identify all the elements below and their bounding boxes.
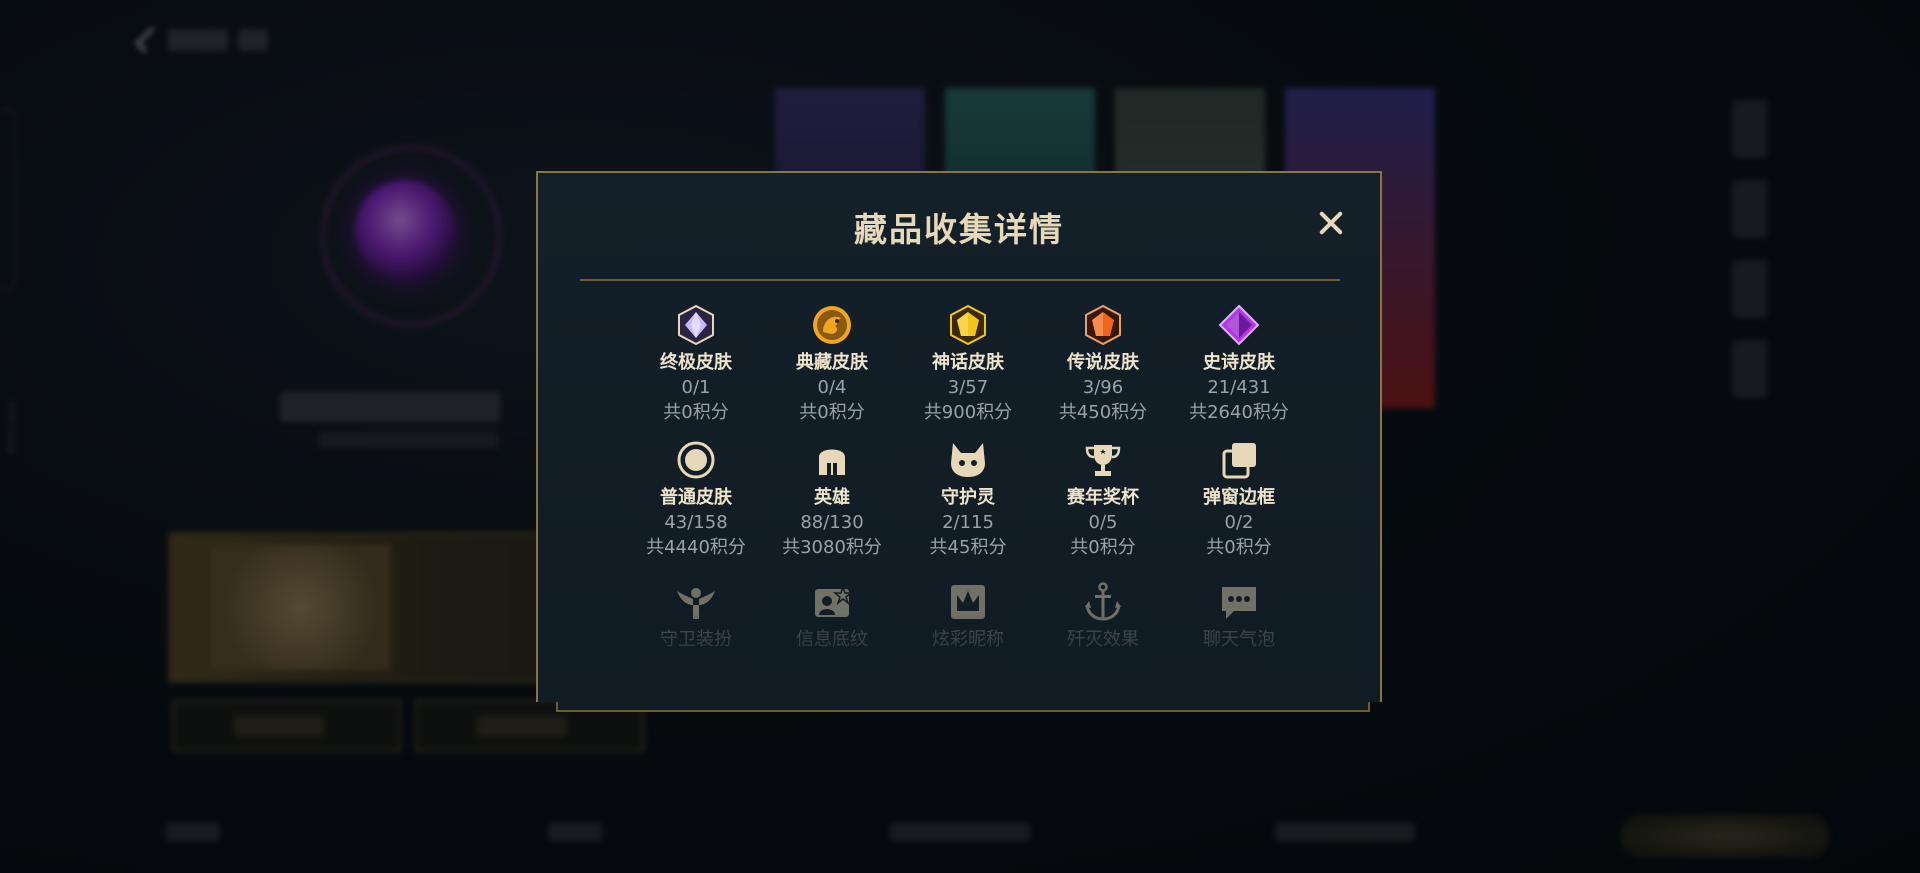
- collection-item-label: 传说皮肤: [1067, 352, 1139, 373]
- collection-item-count: 0/2: [1224, 512, 1254, 533]
- collection-item-label: 赛年奖杯: [1067, 487, 1139, 508]
- collection-item-count: 0/4: [817, 377, 847, 398]
- collection-item-colorful-nickname[interactable]: 炫彩昵称: [900, 581, 1036, 652]
- collection-item-myth-skin[interactable]: 神话皮肤 3/57 共900积分: [900, 304, 1036, 425]
- ultimate-gem-icon: [628, 304, 764, 346]
- collection-item-label: 普通皮肤: [660, 487, 732, 508]
- collection-item-season-trophy[interactable]: 赛年奖杯 0/5 共0积分: [1035, 439, 1171, 560]
- collection-item-count: 2/115: [942, 512, 994, 533]
- collection-item-label: 弹窗边框: [1203, 487, 1275, 508]
- anchor-icon: [1035, 581, 1171, 623]
- collection-item-guard-outfit[interactable]: 守卫装扮: [628, 581, 764, 652]
- collection-item-points: 共900积分: [923, 402, 1013, 423]
- crown-card-icon: [900, 581, 1036, 623]
- collection-item-label: 炫彩昵称: [932, 629, 1004, 650]
- collection-item-points: 共3080积分: [782, 537, 882, 558]
- collection-item-normal-skin[interactable]: 普通皮肤 43/158 共4440积分: [628, 439, 764, 560]
- collection-details-modal: 藏品收集详情 终极皮肤 0/1 共0积分 典藏皮肤 0/4 共0积分 神话皮肤 3/57 共90…: [536, 171, 1382, 702]
- dragon-emblem-icon: [764, 304, 900, 346]
- collection-item-guardian-spirit[interactable]: 守护灵 2/115 共45积分: [900, 439, 1036, 560]
- profile-card-icon: [764, 581, 900, 623]
- collection-item-points: 共45积分: [929, 537, 1007, 558]
- orange-gem-icon: [1035, 304, 1171, 346]
- collection-grid: 终极皮肤 0/1 共0积分 典藏皮肤 0/4 共0积分 神话皮肤 3/57 共900积分 传说皮肤…: [538, 173, 1380, 700]
- collection-item-count: 3/96: [1082, 377, 1124, 398]
- collection-item-ultimate-skin[interactable]: 终极皮肤 0/1 共0积分: [628, 304, 764, 425]
- layered-frames-icon: [1171, 439, 1307, 481]
- collection-item-label: 歼灭效果: [1067, 629, 1139, 650]
- collection-item-label: 典藏皮肤: [796, 352, 868, 373]
- collection-item-chat-bubble[interactable]: 聊天气泡: [1171, 581, 1307, 652]
- collection-item-kill-effect[interactable]: 歼灭效果: [1035, 581, 1171, 652]
- collection-item-points: 共0积分: [1070, 537, 1136, 558]
- collection-item-points: 共0积分: [1206, 537, 1272, 558]
- collection-item-hero[interactable]: 英雄 88/130 共3080积分: [764, 439, 900, 560]
- collection-item-count: 0/5: [1088, 512, 1118, 533]
- collection-item-label: 神话皮肤: [932, 352, 1004, 373]
- collection-item-treasure-skin[interactable]: 典藏皮肤 0/4 共0积分: [764, 304, 900, 425]
- helmet-icon: [764, 439, 900, 481]
- collection-item-points: 共4440积分: [646, 537, 746, 558]
- collection-item-info-background[interactable]: 信息底纹: [764, 581, 900, 652]
- collection-item-count: 21/431: [1207, 377, 1271, 398]
- collection-item-points: 共2640积分: [1189, 402, 1289, 423]
- collection-item-label: 聊天气泡: [1203, 629, 1275, 650]
- collection-item-count: 3/57: [947, 377, 989, 398]
- collection-item-label: 守护灵: [941, 487, 995, 508]
- collection-item-label: 英雄: [814, 487, 850, 508]
- collection-item-count: 88/130: [800, 512, 864, 533]
- collection-item-count: 43/158: [664, 512, 728, 533]
- collection-item-points: 共0积分: [799, 402, 865, 423]
- winged-guard-icon: [628, 581, 764, 623]
- collection-item-count: 0/1: [681, 377, 711, 398]
- collection-item-points: 共0积分: [663, 402, 729, 423]
- yellow-gem-icon: [900, 304, 1036, 346]
- trophy-icon: [1035, 439, 1171, 481]
- collection-item-label: 守卫装扮: [660, 629, 732, 650]
- collection-item-points: 共450积分: [1058, 402, 1148, 423]
- chat-bubble-icon: [1171, 581, 1307, 623]
- collection-item-label: 信息底纹: [796, 629, 868, 650]
- collection-item-epic-skin[interactable]: 史诗皮肤 21/431 共2640积分: [1171, 304, 1307, 425]
- collection-item-label: 史诗皮肤: [1203, 352, 1275, 373]
- collection-item-legend-skin[interactable]: 传说皮肤 3/96 共450积分: [1035, 304, 1171, 425]
- purple-gem-icon: [1171, 304, 1307, 346]
- collection-item-label: 终极皮肤: [660, 352, 732, 373]
- pet-face-icon: [900, 439, 1036, 481]
- circle-icon: [628, 439, 764, 481]
- collection-item-popup-frame[interactable]: 弹窗边框 0/2 共0积分: [1171, 439, 1307, 560]
